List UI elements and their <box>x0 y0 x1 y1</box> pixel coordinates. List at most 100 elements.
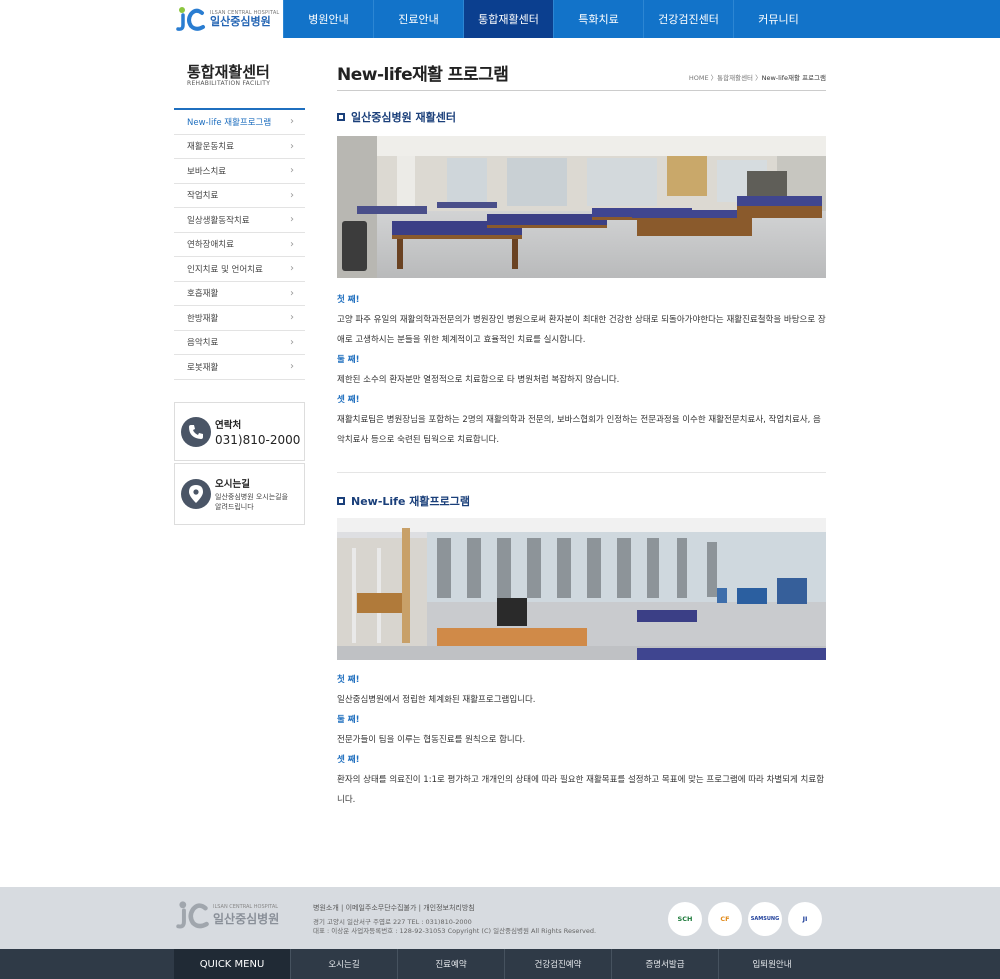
sidebar-item-label: 한방재활 <box>187 313 219 324</box>
cf-badge-icon[interactable]: CF <box>708 902 742 936</box>
quick-link-directions[interactable]: 오시는길 <box>290 949 397 979</box>
samsung-badge-icon[interactable]: SAMSUNG <box>748 902 782 936</box>
logo-mark-icon <box>176 901 209 929</box>
quick-link-appointment[interactable]: 진료예약 <box>397 949 504 979</box>
footer-logo: ILSAN CENTRAL HOSPITAL 일산중심병원 <box>176 900 279 930</box>
sidebar-item-respiratory[interactable]: 호흡재활 › <box>174 282 305 306</box>
square-bullet-icon <box>337 113 345 121</box>
sidebar-item-label: 보바스치료 <box>187 166 227 177</box>
ordinal-label: 둘 째! <box>337 355 360 365</box>
sch-badge-icon[interactable]: SCH <box>668 902 702 936</box>
sidebar-item-cognitive[interactable]: 인지치료 및 언어치료 › <box>174 257 305 282</box>
nav-item-health-checkup[interactable]: 건강검진센터 <box>643 0 733 38</box>
footer-logo-korean: 일산중심병원 <box>213 911 280 926</box>
sidebar-item-label: 재활운동치료 <box>187 142 234 153</box>
nav-item-community[interactable]: 커뮤니티 <box>733 0 823 38</box>
paragraph: 환자의 상태를 의료진이 1:1로 평가하고 개개인의 상태에 따라 필요한 재… <box>337 775 825 805</box>
footer-company-info: 대표 : 이상운 사업자등록번호 : 128-92-31053 Copyrigh… <box>313 927 597 935</box>
sidebar-item-exercise[interactable]: 재활운동치료 › <box>174 135 305 159</box>
section2-heading: New-Life 재활프로그램 <box>337 493 470 509</box>
directions-desc-line2: 알려드립니다 <box>215 503 254 511</box>
directions-box[interactable]: 오시는길 일산중심병원 오시는길을 알려드립니다 <box>174 463 305 525</box>
chevron-right-icon: › <box>290 238 294 250</box>
square-bullet-icon <box>337 497 345 505</box>
page-title: New-life재활 프로그램 <box>337 65 509 85</box>
sidebar-item-dysphagia[interactable]: 연하장애치료 › <box>174 233 305 257</box>
quick-link-checkup-reservation[interactable]: 건강검진예약 <box>504 949 611 979</box>
directions-label: 오시는길 <box>215 479 250 490</box>
breadcrumb-separator: 〉 <box>753 74 762 82</box>
sidebar-item-label: 일상생활동작치료 <box>187 215 250 226</box>
sidebar-item-label: 작업치료 <box>187 191 219 202</box>
sidebar-item-label: New-life 재활프로그램 <box>187 117 272 128</box>
sidebar-item-label: 호흡재활 <box>187 289 219 300</box>
chevron-right-icon: › <box>290 189 294 201</box>
quick-menu-bar: QUICK MENU 오시는길 진료예약 건강검진예약 증명서발급 입퇴원안내 <box>0 949 1000 979</box>
breadcrumb-separator: 〉 <box>708 74 718 82</box>
sidebar-menu: New-life 재활프로그램 › 재활운동치료 › 보바스치료 › 작업치료 › 일상… <box>174 108 305 380</box>
directions-desc-line1: 일산중심병원 오시는길을 <box>215 493 289 501</box>
sidebar-item-label: 로봇재활 <box>187 362 219 373</box>
main-navigation: 병원안내 진료안내 통합재활센터 특화치료 건강검진센터 커뮤니티 <box>283 0 823 38</box>
contact-phone: 031)810-2000 <box>215 432 301 447</box>
paragraph: 재활치료팀은 병원장님을 포함하는 2명의 재활의학과 전문의, 보바스협회가 … <box>337 415 821 445</box>
paragraph: 고양 파주 유일의 재활의학과전문의가 병원장인 병원으로써 환자분이 최대한 … <box>337 315 826 345</box>
nav-item-clinic-info[interactable]: 진료안내 <box>373 0 463 38</box>
sidebar-item-label: 음악치료 <box>187 338 219 349</box>
chevron-right-icon: › <box>290 287 294 299</box>
chevron-right-icon: › <box>290 165 294 177</box>
breadcrumb-section[interactable]: 통합재활센터 <box>717 74 753 82</box>
location-pin-icon <box>181 479 211 509</box>
paragraph: 제한된 소수의 환자분만 열정적으로 치료함으로 타 병원처럼 복잡하지 않습니… <box>337 375 620 385</box>
breadcrumb: HOME 〉통합재활센터 〉New-life재활 프로그램 <box>689 72 826 82</box>
sidebar-item-occupational[interactable]: 작업치료 › <box>174 184 305 208</box>
logo-mark-icon <box>176 7 205 31</box>
paragraph: 전문가들이 팀을 이루는 협동진료를 원칙으로 합니다. <box>337 735 526 745</box>
ordinal-label: 셋 째! <box>337 395 360 405</box>
chevron-right-icon: › <box>290 116 294 128</box>
sidebar-title: 통합재활센터 <box>187 63 270 81</box>
chevron-right-icon: › <box>290 312 294 324</box>
sidebar-item-music[interactable]: 음악치료 › <box>174 331 305 355</box>
sidebar-item-bobath[interactable]: 보바스치료 › <box>174 159 305 184</box>
logo-korean: 일산중심병원 <box>210 15 271 28</box>
contact-box[interactable]: 연락처 031)810-2000 <box>174 402 305 461</box>
section2-heading-text: New-Life 재활프로그램 <box>351 495 470 508</box>
sidebar-item-newlife[interactable]: New-life 재활프로그램 › <box>174 110 305 135</box>
sidebar-item-adl[interactable]: 일상생활동작치료 › <box>174 208 305 233</box>
section-divider <box>337 472 826 473</box>
nav-item-rehab-center[interactable]: 통합재활센터 <box>463 0 553 38</box>
phone-icon <box>181 416 211 447</box>
chevron-right-icon: › <box>290 214 294 226</box>
section1-heading: 일산중심병원 재활센터 <box>337 109 456 125</box>
footer-address: 경기 고양시 일산서구 주엽로 227 TEL : 031)810-2000 <box>313 918 472 926</box>
sidebar-item-oriental[interactable]: 한방재활 › <box>174 306 305 331</box>
footer-logo-english: ILSAN CENTRAL HOSPITAL <box>213 903 279 910</box>
quick-link-certificates[interactable]: 증명서발급 <box>611 949 718 979</box>
chevron-right-icon: › <box>290 263 294 275</box>
nav-item-hospital-info[interactable]: 병원안내 <box>283 0 373 38</box>
hospital-logo[interactable]: ILSAN CENTRAL HOSPITAL 일산중심병원 <box>176 4 280 34</box>
chevron-right-icon: › <box>290 361 294 373</box>
quick-menu-title: QUICK MENU <box>174 949 290 979</box>
title-divider <box>337 90 826 91</box>
ordinal-label: 둘 째! <box>337 715 360 725</box>
breadcrumb-current: New-life재활 프로그램 <box>761 74 826 82</box>
breadcrumb-home[interactable]: HOME <box>689 74 709 82</box>
section1-text: 첫 째! 고양 파주 유일의 재활의학과전문의가 병원장인 병원으로써 환자분이… <box>337 290 826 450</box>
sidebar-item-label: 인지치료 및 언어치료 <box>187 264 263 275</box>
section1-heading-text: 일산중심병원 재활센터 <box>351 111 457 124</box>
chevron-right-icon: › <box>290 140 294 152</box>
sidebar-item-robot[interactable]: 로봇재활 › <box>174 355 305 380</box>
section2-text: 첫 째! 일산중심병원에서 정립한 체계화된 재활프로그램입니다. 둘 째! 전… <box>337 670 826 810</box>
sidebar-subtitle: REHABILITATION FACILITY <box>187 80 271 87</box>
university-seal-icon[interactable]: JI <box>788 902 822 936</box>
paragraph: 일산중심병원에서 정립한 체계화된 재활프로그램입니다. <box>337 695 536 705</box>
sidebar-item-label: 연하장애치료 <box>187 240 234 251</box>
chevron-right-icon: › <box>290 336 294 348</box>
partner-badges: SCH CF SAMSUNG JI <box>668 902 822 936</box>
quick-link-admission[interactable]: 입퇴원안내 <box>718 949 825 979</box>
footer-links[interactable]: 병원소개 | 이메일주소무단수집불가 | 개인정보처리방침 <box>313 903 475 913</box>
nav-item-special-treatment[interactable]: 특화치료 <box>553 0 643 38</box>
rehab-gym-photo <box>337 518 826 660</box>
